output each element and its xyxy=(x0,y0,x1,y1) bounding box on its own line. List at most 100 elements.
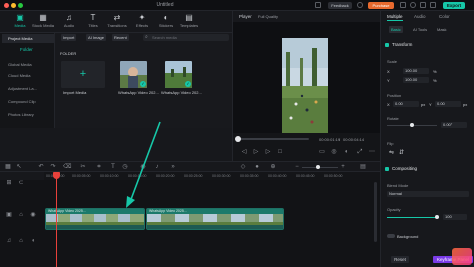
lock-icon[interactable]: ⌂ xyxy=(18,238,24,244)
rotate-slider-handle[interactable] xyxy=(410,123,414,127)
cursor-icon[interactable]: ↖ xyxy=(16,164,22,170)
eye-icon[interactable]: ◉ xyxy=(30,212,36,218)
scale-x-input[interactable]: 100.00 xyxy=(403,68,429,74)
subtab-basic[interactable]: Basic xyxy=(389,26,403,33)
import-button[interactable]: Import xyxy=(61,34,77,41)
opacity-input[interactable]: 100 xyxy=(443,214,467,220)
flip-vertical-icon[interactable]: ⇵ xyxy=(399,149,404,156)
delete-icon[interactable]: ⌫ xyxy=(63,164,71,170)
sidebar-item-compound-clip[interactable]: Compound Clip xyxy=(2,97,54,106)
settings-icon[interactable] xyxy=(410,2,416,8)
tab-titles[interactable]: T Titles xyxy=(82,13,104,31)
import-media-tile[interactable]: + xyxy=(61,61,105,88)
lock-icon[interactable]: ⌂ xyxy=(18,212,24,218)
timeline-scrollbar[interactable] xyxy=(374,182,377,242)
playhead[interactable] xyxy=(56,172,57,267)
opacity-slider-handle[interactable] xyxy=(435,215,439,219)
more-tools-icon[interactable]: » xyxy=(170,164,176,170)
tab-media[interactable]: ▣ Media xyxy=(9,13,31,31)
zoom-out-icon[interactable]: − xyxy=(294,164,300,170)
transform-section[interactable]: Transform xyxy=(385,42,471,47)
close-window-button[interactable] xyxy=(4,3,9,8)
layout-icon[interactable] xyxy=(315,2,321,8)
sidebar-item-cloud-media[interactable]: Cloud Media xyxy=(2,71,54,80)
notification-icon[interactable] xyxy=(420,2,426,8)
opacity-slider[interactable] xyxy=(387,217,439,218)
export-button[interactable]: Export xyxy=(443,2,465,9)
sidebar-item-photos-library[interactable]: Photos Library xyxy=(2,110,54,119)
volume-icon[interactable]: ◖ xyxy=(343,149,349,155)
tab-audio[interactable]: ♫ Audio xyxy=(58,13,80,31)
video-clip-1[interactable]: WhatsApp Video 2025... xyxy=(45,208,145,230)
tab-multiple[interactable]: Multiple xyxy=(387,14,403,21)
save-icon[interactable] xyxy=(430,2,436,8)
play-icon[interactable]: ▷ xyxy=(253,149,259,155)
layout-grid-icon[interactable]: ▦ xyxy=(5,164,11,170)
tab-stock-media[interactable]: ▦ Stock Media xyxy=(32,13,54,31)
speaker-icon[interactable]: ◖ xyxy=(30,238,36,244)
minimize-window-button[interactable] xyxy=(11,3,16,8)
snap-icon[interactable]: ⊕ xyxy=(270,164,276,170)
media-thumbnail-1[interactable]: ✓ xyxy=(120,61,147,88)
color-icon[interactable]: ◉ xyxy=(140,164,146,170)
step-back-icon[interactable]: ◁ xyxy=(241,149,247,155)
tab-stickers[interactable]: ◐ Stickers xyxy=(155,13,177,31)
pos-y-input[interactable]: 0.00 xyxy=(435,101,461,107)
video-clip-2[interactable]: WhatsApp Video 2025... xyxy=(146,208,284,230)
undo-icon[interactable]: ↶ xyxy=(38,164,44,170)
stop-icon[interactable]: □ xyxy=(277,149,283,155)
tab-transitions[interactable]: ⇄ Transitions xyxy=(106,13,128,31)
maximize-window-button[interactable] xyxy=(18,3,23,8)
sidebar-item-global-media[interactable]: Global Media xyxy=(2,60,54,69)
reset-button[interactable]: Reset xyxy=(391,256,409,263)
snapshot-icon[interactable]: ◎ xyxy=(331,149,337,155)
playback-scrubber[interactable] xyxy=(237,138,309,140)
search-input[interactable]: ⌕ Search media xyxy=(143,34,229,41)
sidebar-item-project-media[interactable]: Project Media xyxy=(2,34,54,43)
rotate-input[interactable]: 0.00° xyxy=(441,122,467,128)
audio-edit-icon[interactable]: ♪ xyxy=(154,164,160,170)
zoom-slider-handle[interactable] xyxy=(316,165,320,169)
mic-icon[interactable]: ● xyxy=(254,164,260,170)
tab-color[interactable]: Color xyxy=(439,14,450,19)
recent-sort-button[interactable]: Recent xyxy=(112,34,129,41)
pos-x-input[interactable]: 0.00 xyxy=(393,101,419,107)
timeline-ruler[interactable]: 00:00:00:00 00:00:05:00 00:00:10:00 00:0… xyxy=(44,172,380,180)
marker-icon[interactable]: ◇ xyxy=(240,164,246,170)
step-forward-icon[interactable]: ▷ xyxy=(265,149,271,155)
flip-horizontal-icon[interactable]: ⇋ xyxy=(389,149,394,156)
cloud-icon[interactable] xyxy=(400,2,406,8)
account-icon[interactable] xyxy=(357,2,363,8)
sidebar-item-adjustment-layer[interactable]: Adjustment La... xyxy=(2,84,54,93)
speed-icon[interactable]: ◷ xyxy=(122,164,128,170)
timeline-settings-icon[interactable]: ▤ xyxy=(360,164,366,170)
redo-icon[interactable]: ↷ xyxy=(50,164,56,170)
media-thumbnail-2[interactable]: ✓ xyxy=(165,61,192,88)
zoom-slider[interactable] xyxy=(302,167,338,168)
transform-toggle[interactable] xyxy=(385,42,389,47)
compositing-toggle[interactable] xyxy=(385,166,389,171)
scale-y-input[interactable]: 100.00 xyxy=(403,77,429,83)
more-icon[interactable]: ⋯ xyxy=(369,149,375,155)
background-toggle[interactable] xyxy=(387,234,395,238)
scrubber-handle[interactable] xyxy=(235,136,241,142)
subtab-mask[interactable]: Mask xyxy=(435,26,449,33)
add-track-icon[interactable]: ⊞ xyxy=(6,180,12,186)
subtab-ai-tools[interactable]: AI Tools xyxy=(411,26,429,33)
zoom-in-icon[interactable]: + xyxy=(340,164,346,170)
quality-dropdown[interactable]: Full Quality xyxy=(258,14,278,19)
tab-templates[interactable]: ▤ Templates xyxy=(178,13,200,31)
fullscreen-icon[interactable]: ⤢ xyxy=(357,149,363,155)
blend-mode-select[interactable]: Normal xyxy=(387,191,469,197)
crop-icon[interactable]: ⌗ xyxy=(96,164,102,170)
playhead-handle[interactable] xyxy=(53,172,60,179)
display-icon[interactable]: ▭ xyxy=(319,149,325,155)
compositing-section[interactable]: Compositing xyxy=(385,166,471,171)
purchase-button[interactable]: Purchase xyxy=(368,2,394,9)
tab-audio-props[interactable]: Audio xyxy=(414,14,426,19)
feedback-button[interactable]: Feedback xyxy=(328,2,352,9)
tab-effects[interactable]: ✦ Effects xyxy=(131,13,153,31)
text-icon[interactable]: T xyxy=(110,164,116,170)
split-icon[interactable]: ✂ xyxy=(80,164,86,170)
link-icon[interactable]: ⊂ xyxy=(18,180,24,186)
